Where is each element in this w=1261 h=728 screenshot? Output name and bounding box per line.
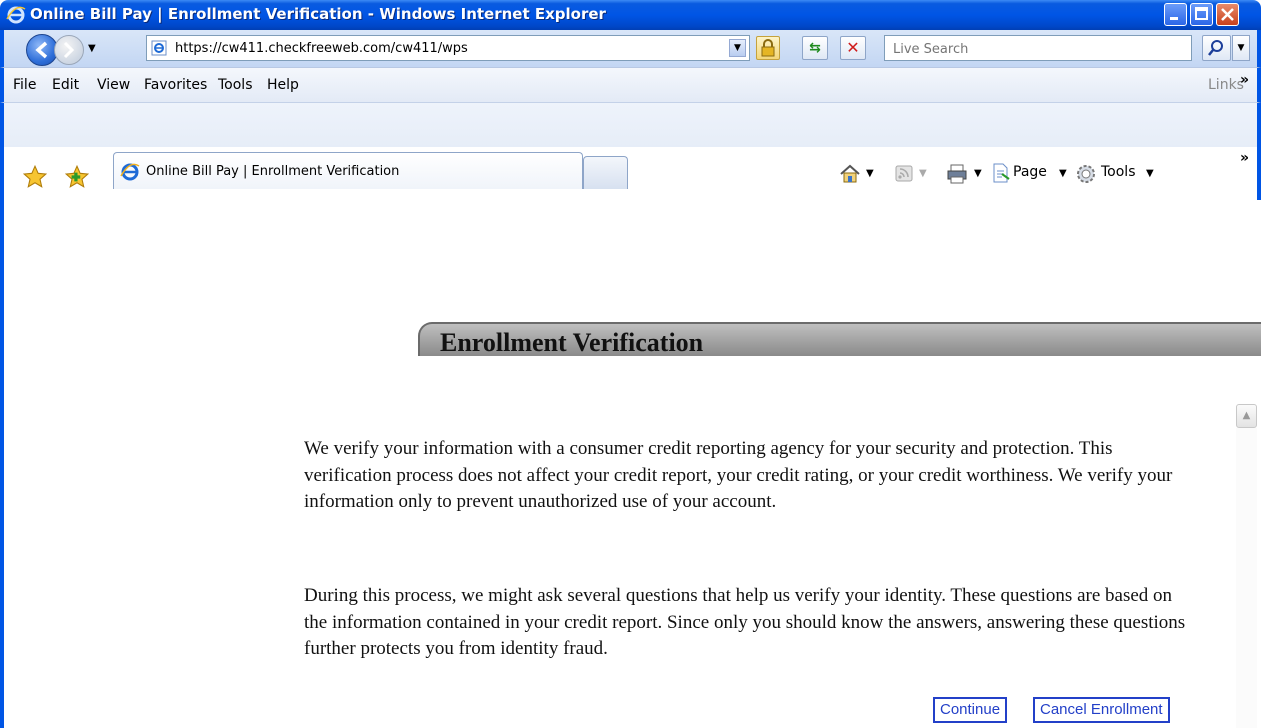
tools-dropdown-icon[interactable]: ▼	[1146, 168, 1154, 179]
stop-icon: ✕	[846, 38, 860, 57]
ie-tab-icon	[120, 163, 140, 181]
page-menu-label[interactable]: Page	[1013, 164, 1047, 180]
print-icon[interactable]	[945, 162, 969, 186]
menu-help[interactable]: Help	[267, 77, 299, 93]
favorites-center-star-icon[interactable]	[22, 164, 48, 190]
print-dropdown-icon[interactable]: ▼	[974, 168, 982, 179]
add-to-favorites-icon[interactable]	[64, 164, 90, 190]
lock-icon	[761, 39, 775, 57]
forward-button[interactable]	[54, 35, 84, 65]
maximize-button[interactable]	[1190, 3, 1213, 26]
feeds-dropdown-icon: ▼	[919, 168, 927, 179]
url-text: https://cw411.checkfreeweb.com/cw411/wps	[175, 41, 468, 56]
tab-enrollment-verification[interactable]: Online Bill Pay | Enrollment Verificatio…	[113, 152, 583, 189]
menu-favorites[interactable]: Favorites	[144, 77, 207, 93]
minimize-icon	[1170, 17, 1178, 20]
search-input[interactable]	[891, 38, 1185, 60]
forward-arrow-icon	[63, 41, 75, 59]
back-arrow-icon	[35, 41, 48, 59]
address-toolbar: ▼ https://cw411.checkfreeweb.com/cw411/w…	[0, 30, 1261, 67]
window-title-bar: Online Bill Pay | Enrollment Verificatio…	[0, 0, 1261, 30]
feeds-icon[interactable]	[893, 162, 915, 184]
cancel-enrollment-button[interactable]: Cancel Enrollment	[1033, 697, 1170, 723]
chevron-up-icon: ▲	[1242, 410, 1251, 421]
tools-gear-icon[interactable]	[1074, 162, 1098, 186]
recent-pages-dropdown-icon[interactable]: ▼	[88, 43, 96, 54]
search-button[interactable]	[1202, 35, 1231, 61]
page-dropdown-icon[interactable]: ▼	[1059, 168, 1067, 179]
vertical-scrollbar-track[interactable]	[1236, 428, 1257, 728]
address-field[interactable]: https://cw411.checkfreeweb.com/cw411/wps…	[146, 35, 750, 61]
page-title: Enrollment Verification	[440, 328, 704, 357]
refresh-button[interactable]: ⇆	[802, 36, 828, 60]
close-icon	[1221, 8, 1234, 21]
verification-paragraph: We verify your information with a consum…	[304, 438, 1173, 513]
refresh-icon: ⇆	[809, 40, 821, 56]
security-lock-icon[interactable]	[756, 36, 780, 60]
search-box[interactable]	[884, 35, 1192, 61]
search-options-dropdown-icon[interactable]: ▼	[1232, 35, 1250, 61]
command-bar-chevron-icon[interactable]: »	[1240, 150, 1249, 166]
window-title: Online Bill Pay | Enrollment Verificatio…	[30, 5, 606, 23]
menu-tools[interactable]: Tools	[218, 77, 253, 93]
ie-page-icon	[151, 40, 167, 56]
page-heading-banner: Enrollment Verification	[418, 322, 1261, 357]
identity-paragraph: During this process, we might ask severa…	[304, 585, 1186, 660]
tab-label: Online Bill Pay | Enrollment Verificatio…	[146, 164, 400, 179]
menu-file[interactable]: File	[13, 77, 36, 93]
menu-bar: File Edit View Favorites Tools Help Link…	[0, 67, 1261, 102]
internet-explorer-icon	[6, 6, 26, 24]
continue-button[interactable]: Continue	[933, 697, 1008, 723]
search-icon	[1208, 40, 1223, 56]
new-tab-button[interactable]	[583, 156, 628, 189]
scroll-up-button[interactable]: ▲	[1236, 404, 1257, 428]
home-dropdown-icon[interactable]: ▼	[866, 168, 874, 179]
links-label[interactable]: Links	[1208, 77, 1244, 93]
minimize-button[interactable]	[1164, 3, 1187, 26]
home-icon[interactable]	[838, 162, 862, 186]
menu-edit[interactable]: Edit	[52, 77, 79, 93]
tools-menu-label[interactable]: Tools	[1101, 164, 1136, 180]
links-chevron-icon[interactable]: »	[1240, 72, 1249, 88]
menu-view[interactable]: View	[97, 77, 130, 93]
page-menu-icon[interactable]	[990, 162, 1012, 184]
stop-button[interactable]: ✕	[840, 36, 866, 60]
address-dropdown-icon[interactable]: ▼	[729, 39, 746, 57]
close-button[interactable]	[1216, 3, 1239, 26]
maximize-icon	[1195, 7, 1208, 20]
